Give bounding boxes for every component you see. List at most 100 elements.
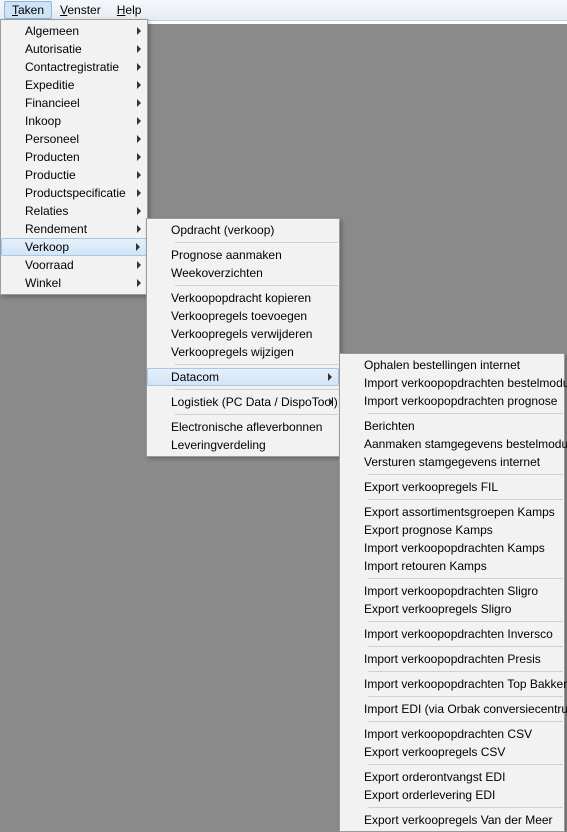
menu-taken-rest: aken [18,3,44,17]
datacom-item-label: Export verkoopregels Sligro [364,602,511,616]
menu-venster-rest: enster [67,3,100,17]
datacom-item-label: Export orderlevering EDI [364,788,495,802]
datacom-item[interactable]: Export orderlevering EDI [340,786,564,804]
menu-venster[interactable]: Venster [52,1,109,19]
datacom-item[interactable]: Export verkoopregels Van der Meer [340,811,564,829]
verkoop-item[interactable]: Verkoopopdracht kopieren [147,289,339,307]
taken-item[interactable]: Producten [1,148,147,166]
menu-help[interactable]: Help [109,1,150,19]
datacom-item[interactable]: Berichten [340,417,564,435]
taken-item[interactable]: Relaties [1,202,147,220]
taken-item-label: Inkoop [25,114,61,128]
verkoop-item-label: Logistiek (PC Data / DispoTool) [171,395,338,409]
datacom-item[interactable]: Export verkoopregels CSV [340,743,564,761]
datacom-sep [368,499,563,500]
taken-item-label: Autorisatie [25,42,82,56]
taken-item[interactable]: Financieel [1,94,147,112]
datacom-item[interactable]: Ophalen bestellingen internet [340,356,564,374]
verkoop-item[interactable]: Logistiek (PC Data / DispoTool) [147,393,339,411]
chevron-right-icon [137,189,141,197]
datacom-item[interactable]: Export assortimentsgroepen Kamps [340,503,564,521]
datacom-item[interactable]: Import verkoopopdrachten CSV [340,725,564,743]
menu-taken[interactable]: Taken [4,1,52,19]
datacom-item[interactable]: Export verkoopregels FIL [340,478,564,496]
taken-item-label: Expeditie [25,78,74,92]
verkoop-item[interactable]: Leveringverdeling [147,436,339,454]
datacom-item[interactable]: Import verkoopopdrachten Kamps [340,539,564,557]
taken-item[interactable]: Productie [1,166,147,184]
verkoop-item-label: Electronische afleverbonnen [171,420,322,434]
taken-item-label: Personeel [25,132,79,146]
chevron-right-icon [137,99,141,107]
verkoop-item[interactable]: Opdracht (verkoop) [147,221,339,239]
verkoop-item[interactable]: Verkoopregels wijzigen [147,343,339,361]
dropdown-taken: Algemeen Autorisatie Contactregistratie Exp… [0,19,148,295]
taken-item[interactable]: Algemeen [1,22,147,40]
datacom-item-label: Import verkoopopdrachten prognose [364,394,557,408]
datacom-item[interactable]: Export verkoopregels Sligro [340,600,564,618]
datacom-item[interactable]: Import verkoopopdrachten Presis [340,650,564,668]
datacom-sep [368,578,563,579]
taken-item[interactable]: Expeditie [1,76,147,94]
chevron-right-icon [329,398,333,406]
verkoop-item-label: Weekoverzichten [171,266,263,280]
taken-item[interactable]: Winkel [1,274,147,292]
datacom-item[interactable]: Import retouren Kamps [340,557,564,575]
datacom-item[interactable]: Import verkoopopdrachten bestelmodule [340,374,564,392]
taken-item-label: Relaties [25,204,68,218]
datacom-item-label: Import EDI (via Orbak conversiecentrum) [364,702,567,716]
datacom-sep [368,764,563,765]
datacom-sep [368,646,563,647]
chevron-right-icon [137,117,141,125]
verkoop-item[interactable]: Verkoopregels verwijderen [147,325,339,343]
verkoop-item-label: Verkoopregels verwijderen [171,327,312,341]
datacom-item-label: Import verkoopopdrachten bestelmodule [364,376,567,390]
datacom-item[interactable]: Aanmaken stamgegevens bestelmodule [340,435,564,453]
datacom-item[interactable]: Import verkoopopdrachten Top Bakkers [340,675,564,693]
verkoop-item-label: Leveringverdeling [171,438,266,452]
chevron-right-icon [137,45,141,53]
verkoop-item[interactable]: Verkoopregels toevoegen [147,307,339,325]
taken-item-label: Producten [25,150,80,164]
taken-item[interactable]: Inkoop [1,112,147,130]
taken-item-label: Financieel [25,96,80,110]
datacom-item[interactable]: Import verkoopopdrachten prognose [340,392,564,410]
verkoop-item[interactable]: Electronische afleverbonnen [147,418,339,436]
datacom-item-label: Export verkoopregels Van der Meer [364,813,553,827]
taken-item[interactable]: Rendement [1,220,147,238]
datacom-item[interactable]: Import verkoopopdrachten Inversco [340,625,564,643]
verkoop-sep [175,364,338,365]
taken-item[interactable]: Contactregistratie [1,58,147,76]
verkoop-item-label: Prognose aanmaken [171,248,282,262]
datacom-item-label: Export verkoopregels CSV [364,745,505,759]
chevron-right-icon [137,153,141,161]
chevron-right-icon [136,243,140,251]
taken-item[interactable]: Personeel [1,130,147,148]
taken-item-label: Productie [25,168,76,182]
datacom-item-label: Import verkoopopdrachten Sligro [364,584,538,598]
verkoop-item[interactable]: Weekoverzichten [147,264,339,282]
datacom-item[interactable]: Import verkoopopdrachten Sligro [340,582,564,600]
verkoop-sep [175,242,338,243]
verkoop-item-label: Verkoopopdracht kopieren [171,291,311,305]
taken-item[interactable]: Verkoop [1,238,147,256]
datacom-item[interactable]: Versturen stamgegevens internet [340,453,564,471]
chevron-right-icon [137,171,141,179]
datacom-item[interactable]: Export orderontvangst EDI [340,768,564,786]
taken-item[interactable]: Autorisatie [1,40,147,58]
datacom-sep [368,474,563,475]
chevron-right-icon [137,279,141,287]
datacom-item-label: Versturen stamgegevens internet [364,455,540,469]
datacom-item-label: Export prognose Kamps [364,523,493,537]
submenu-verkoop: Opdracht (verkoop) Prognose aanmaken Weeko… [146,218,340,457]
taken-item[interactable]: Voorraad [1,256,147,274]
datacom-item[interactable]: Export prognose Kamps [340,521,564,539]
taken-item[interactable]: Productspecificatie [1,184,147,202]
datacom-sep [368,671,563,672]
datacom-item[interactable]: Import EDI (via Orbak conversiecentrum) [340,700,564,718]
verkoop-item[interactable]: Datacom [147,368,339,386]
datacom-item-label: Aanmaken stamgegevens bestelmodule [364,437,567,451]
chevron-right-icon [137,27,141,35]
verkoop-item[interactable]: Prognose aanmaken [147,246,339,264]
chevron-right-icon [137,225,141,233]
